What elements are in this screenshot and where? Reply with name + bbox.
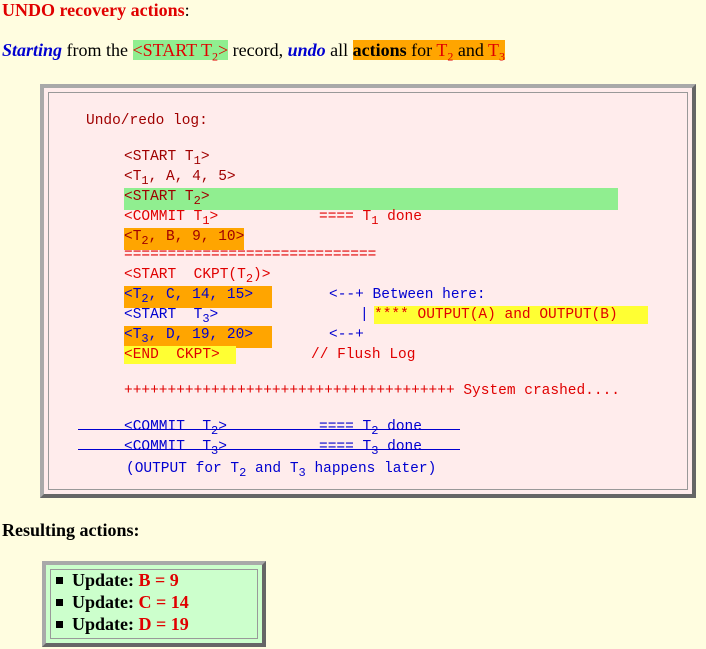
heading-colon: : xyxy=(184,0,190,20)
flush-log-note: // Flush Log xyxy=(311,347,416,363)
log-text: > xyxy=(209,209,219,225)
start-t2-record-highlight: <START T2> xyxy=(132,40,229,64)
resulting-actions-box: Update: B = 9 Update: C = 14 Update: D =… xyxy=(42,561,266,647)
log-text: done xyxy=(378,439,422,455)
t2-label: T2 xyxy=(436,40,453,64)
list-item: Update: D = 19 xyxy=(56,613,189,635)
action-value: B = 9 xyxy=(138,570,179,590)
page-heading: UNDO recovery actions: xyxy=(2,0,190,21)
log-text: > xyxy=(200,189,210,205)
action-value: C = 14 xyxy=(138,592,189,612)
log-text: > xyxy=(218,419,227,435)
log-line-start-t1: <START T1> xyxy=(124,148,210,170)
log-title: Undo/redo log: xyxy=(86,113,208,129)
log-sub: 2 xyxy=(193,193,201,208)
output-a-b-note: **** OUTPUT(A) and OUTPUT(B) xyxy=(374,306,648,324)
intro-word-starting: Starting xyxy=(2,40,63,60)
square-bullet-icon xyxy=(56,577,63,584)
t1-done-note: ==== T1 done xyxy=(319,208,422,230)
intro-text: and xyxy=(453,40,488,60)
t3-letter: T xyxy=(488,40,499,60)
log-line-start-t3: <START T3> xyxy=(124,306,218,328)
log-sub: 2 xyxy=(141,291,149,306)
between-bar: | xyxy=(360,307,369,323)
log-text: <START CKPT(T xyxy=(124,267,246,283)
log-text: <COMMIT T xyxy=(124,209,203,225)
log-text: <COMMIT T xyxy=(124,419,212,435)
log-text: done xyxy=(378,419,422,435)
log-line-commit-t1: <COMMIT T1> xyxy=(124,208,218,230)
heading-text: UNDO recovery actions xyxy=(2,0,185,20)
intro-sentence: Starting from the <START T2> record, und… xyxy=(2,40,505,65)
log-line-start-ckpt: <START CKPT(T2)> xyxy=(124,266,270,288)
action-label: Update: xyxy=(72,570,139,590)
square-bullet-icon xyxy=(56,599,63,606)
list-item: Update: B = 9 xyxy=(56,569,189,591)
log-line-t1-a: <T1, A, 4, 5> xyxy=(124,168,236,190)
log-sub: 2 xyxy=(245,271,254,286)
list-item: Update: C = 14 xyxy=(56,591,189,613)
output-later-note: (OUTPUT for T2 and T3 happens later) xyxy=(126,460,436,482)
log-sub: 3 xyxy=(202,311,210,326)
action-value: D = 19 xyxy=(138,614,189,634)
log-text: , B, 9, 10> xyxy=(148,229,245,245)
log-text: happens later) xyxy=(305,461,437,477)
log-text: , A, 4, 5> xyxy=(148,169,236,185)
action-label: Update: xyxy=(72,592,139,612)
square-bullet-icon xyxy=(56,621,63,628)
log-text: ==== T xyxy=(319,209,372,225)
log-text: done xyxy=(378,209,422,225)
resulting-actions-heading: Resulting actions: xyxy=(2,520,140,540)
log-sub: 3 xyxy=(141,331,149,346)
action-label: Update: xyxy=(72,614,139,634)
log-text: )> xyxy=(253,267,271,283)
log-text: > xyxy=(209,307,219,323)
t3-label: T3 xyxy=(488,40,505,64)
log-sub: 3 xyxy=(298,465,306,480)
log-text: <T xyxy=(124,229,142,245)
log-text: , C, 14, 15> xyxy=(148,287,254,303)
intro-text: record, xyxy=(228,40,288,60)
record-text: <START T xyxy=(132,40,212,60)
between-end-arrow: <--+ xyxy=(329,327,364,343)
log-text: <T xyxy=(124,287,142,303)
log-text: <START T xyxy=(124,149,194,165)
log-line-end-ckpt: <END CKPT> xyxy=(124,346,236,364)
strikethrough-line xyxy=(78,429,460,430)
log-text: , D, 19, 20> xyxy=(148,327,254,343)
strikethrough-line xyxy=(78,449,460,450)
log-line-start-t2: <START T2> xyxy=(124,188,618,210)
log-text: and T xyxy=(246,461,299,477)
log-sub: 1 xyxy=(202,213,210,228)
record-close: > xyxy=(218,40,229,60)
intro-word-undo: undo xyxy=(287,40,326,60)
log-text: ==== T xyxy=(319,419,372,435)
between-here-note: <--+ Between here: xyxy=(329,287,486,303)
log-line-t2-c: <T2, C, 14, 15> xyxy=(124,286,272,308)
log-text: (OUTPUT for T xyxy=(126,461,240,477)
log-line-t3-d: <T3, D, 19, 20> xyxy=(124,326,272,348)
log-sub: 1 xyxy=(141,173,149,188)
intro-text: all xyxy=(325,40,353,60)
log-text: > xyxy=(200,149,210,165)
system-crashed-line: ++++++++++++++++++++++++++++++++++++++ S… xyxy=(124,383,620,399)
undo-redo-log-box: Undo/redo log: <START T1> <T1, A, 4, 5> … xyxy=(40,84,696,498)
t2-letter: T xyxy=(436,40,448,60)
log-text: <START T xyxy=(124,189,194,205)
log-text: <T xyxy=(124,169,142,185)
intro-word-actions: actions xyxy=(352,40,407,60)
actions-list: Update: B = 9 Update: C = 14 Update: D =… xyxy=(56,569,189,635)
intro-text: for xyxy=(406,40,437,60)
t3-sub: 3 xyxy=(499,49,505,64)
log-text: > xyxy=(218,439,227,455)
log-text: <T xyxy=(124,327,142,343)
intro-text: from the xyxy=(62,40,133,60)
log-sub: 1 xyxy=(193,153,201,168)
actions-highlight: actions for T2 and T3 xyxy=(352,40,505,64)
log-text: <COMMIT T xyxy=(124,439,212,455)
log-separator: ============================= xyxy=(124,247,377,263)
log-text: ==== T xyxy=(319,439,372,455)
log-text: <START T xyxy=(124,307,203,323)
